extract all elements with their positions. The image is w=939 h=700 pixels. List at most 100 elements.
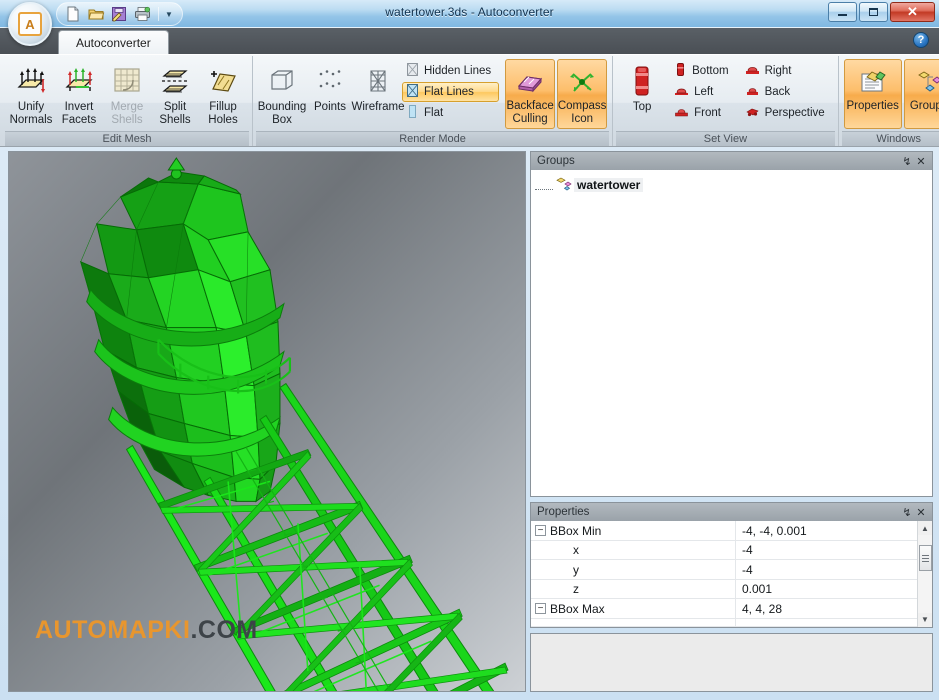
invert-facets-button[interactable]: Invert Facets [55,59,103,128]
maximize-button[interactable] [859,2,888,22]
bounding-box-label-1: Bounding [257,101,307,113]
properties-grid[interactable]: − BBox Min -4, -4, 0.001 x -4 y -4 z 0.0… [531,521,932,627]
split-shells-button[interactable]: Split Shells [151,59,199,128]
unify-normals-label-2: Normals [9,114,53,126]
view-back-button[interactable]: Back [741,82,833,102]
view-top-button[interactable]: Top [618,59,666,127]
properties-panel-pin-icon[interactable]: ↯ [900,505,914,519]
right-dock: Groups ↯ ✕ watertower Properties ↯ ✕ − B… [530,151,933,692]
compass-icon-label-1: Compass [557,100,607,112]
split-shells-label-1: Split [163,101,187,113]
tree-item-watertower[interactable]: watertower [535,176,928,194]
help-icon[interactable]: ? [913,32,929,48]
property-name: x [573,543,579,558]
property-description-panel [530,632,933,692]
property-value[interactable]: 0.001 [736,580,917,599]
hidden-lines-icon [406,62,419,80]
save-as-icon[interactable] [109,4,129,24]
view-perspective-icon [745,105,760,121]
new-document-icon[interactable] [63,4,83,24]
property-name-cell: − BBox Min [531,521,736,540]
properties-panel-close-icon[interactable]: ✕ [914,505,928,519]
points-button[interactable]: Points [306,59,354,127]
table-row-partial[interactable] [531,618,917,627]
watermark-primary: AUTOMAPKI [35,616,191,644]
close-button[interactable]: ✕ [890,2,935,22]
view-top-icon [629,63,655,99]
ribbon-group-title-windows: Windows [841,131,939,146]
view-front-button[interactable]: Front [670,103,736,123]
viewport-watermark: AUTOMAPKI.COM [35,616,258,645]
expander-placeholder [535,545,546,556]
open-folder-icon[interactable] [86,4,106,24]
table-row[interactable]: − BBox Max 4, 4, 28 [531,599,917,619]
unify-normals-button[interactable]: Unify Normals [7,59,55,128]
property-value[interactable]: 4, 4, 28 [736,599,917,618]
flat-lines-button[interactable]: Flat Lines [402,82,500,102]
tab-autoconverter-label: Autoconverter [76,35,151,50]
minimize-button[interactable] [828,2,857,22]
properties-window-toggle[interactable]: Properties [843,59,902,129]
properties-panel-header: Properties ↯ ✕ [531,503,932,522]
groups-panel-pin-icon[interactable]: ↯ [900,154,914,168]
groups-panel-header: Groups ↯ ✕ [531,152,932,170]
properties-scrollbar[interactable]: ▲ ▼ [917,521,932,627]
view-perspective-button[interactable]: Perspective [741,103,833,123]
table-row[interactable]: y -4 [531,560,917,580]
scroll-up-icon[interactable]: ▲ [918,521,933,535]
compass-icon-toggle[interactable]: Compass Icon [557,59,608,129]
backface-culling-icon [515,64,545,100]
flat-lines-icon [406,83,419,101]
properties-window-label: Properties [846,100,899,112]
groups-panel-close-icon[interactable]: ✕ [914,154,928,168]
tab-autoconverter[interactable]: Autoconverter [58,30,169,54]
property-value[interactable]: -4 [736,541,917,560]
backface-culling-toggle[interactable]: Backface Culling [505,59,556,129]
hidden-lines-button[interactable]: Hidden Lines [402,61,499,81]
table-row[interactable]: z 0.001 [531,579,917,600]
expander-icon[interactable]: − [535,603,546,615]
property-name-cell: x [531,540,736,560]
scrollbar-grip-icon [921,554,929,562]
scrollbar-track[interactable] [917,535,932,613]
view-perspective-label: Perspective [764,107,825,119]
title-bar: watertower.3ds - Autoconverter ▼ A ✕ [0,0,939,46]
groups-window-icon [914,64,939,100]
view-left-button[interactable]: Left [670,82,736,102]
tree-connector [535,181,553,190]
wireframe-label-1: Wireframe [351,101,405,113]
backface-culling-label-1: Backface [506,100,554,112]
view-front-label: Front [694,107,721,119]
view-right-label: Right [764,65,792,77]
ribbon-group-set-view: Top Bottom Left Front Right Back Perspec… [613,56,839,146]
wireframe-icon [362,63,394,99]
ribbon-group-render-mode: Bounding Box Points Wireframe Hidden Lin… [253,56,614,146]
groups-tree[interactable]: watertower [531,170,932,497]
view-front-icon [674,105,689,121]
flat-button[interactable]: Flat [402,103,499,123]
wireframe-button[interactable]: Wireframe [351,59,405,127]
ribbon-group-title-render-mode: Render Mode [256,131,610,146]
property-name-cell: z [531,579,736,599]
groups-panel: Groups ↯ ✕ watertower [530,151,933,498]
property-value[interactable]: -4, -4, 0.001 [736,521,917,540]
properties-panel-title: Properties [537,506,590,519]
scrollbar-thumb[interactable] [918,545,932,572]
print-icon[interactable] [132,4,152,24]
view-bottom-button[interactable]: Bottom [670,61,736,81]
table-row[interactable]: x -4 [531,540,917,561]
expander-icon[interactable]: − [535,525,546,537]
property-name-cell: y [531,560,736,579]
chevron-down-icon[interactable]: ▼ [165,10,173,19]
fillup-holes-button[interactable]: Fillup Holes [199,59,247,128]
scroll-down-icon[interactable]: ▼ [918,613,933,627]
tree-item-label: watertower [574,178,644,192]
3d-viewport[interactable]: AUTOMAPKI.COM [8,151,526,692]
property-row[interactable]: − BBox Min -4, -4, 0.001 [531,521,917,541]
application-menu-button[interactable]: A [8,2,52,46]
groups-window-toggle[interactable]: Groups [903,59,939,129]
bounding-box-button[interactable]: Bounding Box [258,59,306,128]
view-right-button[interactable]: Right [741,61,833,81]
property-value[interactable]: -4 [736,560,917,579]
hidden-lines-label: Hidden Lines [424,65,492,77]
